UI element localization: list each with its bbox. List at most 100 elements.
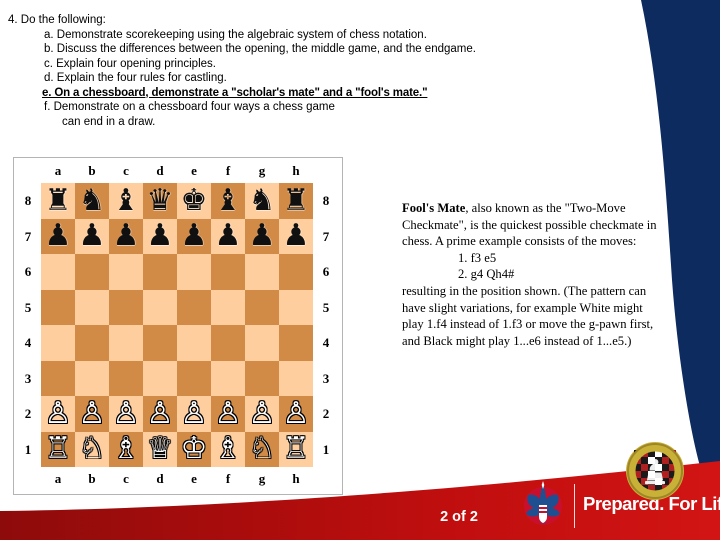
- square-a6[interactable]: [41, 254, 75, 290]
- square-c1[interactable]: ♗: [109, 431, 143, 468]
- square-d1[interactable]: ♕: [143, 431, 177, 468]
- square-f7[interactable]: ♟: [211, 218, 245, 255]
- square-h3[interactable]: [279, 360, 313, 396]
- piece-black-knight-g8[interactable]: ♞: [245, 183, 279, 219]
- square-a8[interactable]: ♜: [41, 183, 75, 219]
- square-f2[interactable]: ♙: [211, 396, 245, 432]
- square-h1[interactable]: ♖: [279, 431, 313, 468]
- square-h8[interactable]: ♜: [279, 183, 313, 219]
- square-d8[interactable]: ♛: [143, 183, 177, 219]
- square-b8[interactable]: ♞: [75, 183, 109, 219]
- piece-white-rook-a1[interactable]: ♖: [41, 432, 75, 468]
- square-h2[interactable]: ♙: [279, 396, 313, 432]
- description-title: Fool's Mate: [402, 201, 466, 215]
- square-c3[interactable]: [109, 360, 143, 396]
- square-b5[interactable]: [75, 289, 109, 325]
- square-h6[interactable]: [279, 254, 313, 290]
- square-g6[interactable]: [245, 254, 279, 290]
- square-b4[interactable]: [75, 325, 109, 361]
- square-e8[interactable]: ♚: [177, 183, 211, 219]
- piece-white-pawn-g2[interactable]: ♙: [245, 396, 279, 432]
- rank-label-5: 5: [24, 299, 32, 315]
- square-c6[interactable]: [109, 254, 143, 290]
- square-f1[interactable]: ♗: [211, 431, 245, 468]
- piece-black-queen-d8[interactable]: ♛: [143, 183, 177, 219]
- square-h4[interactable]: [279, 325, 313, 361]
- square-h5[interactable]: [279, 289, 313, 325]
- square-e3[interactable]: [177, 360, 211, 396]
- piece-black-king-e8[interactable]: ♚: [177, 183, 211, 219]
- piece-black-pawn-h7[interactable]: ♟: [279, 219, 313, 255]
- square-a4[interactable]: [41, 325, 75, 361]
- piece-white-pawn-b2[interactable]: ♙: [75, 396, 109, 432]
- piece-black-pawn-b7[interactable]: ♟: [75, 219, 109, 255]
- piece-white-pawn-c2[interactable]: ♙: [109, 396, 143, 432]
- piece-black-rook-h8[interactable]: ♜: [279, 183, 313, 219]
- square-d4[interactable]: [143, 325, 177, 361]
- file-label-e: e: [191, 471, 197, 486]
- piece-black-pawn-d7[interactable]: ♟: [143, 219, 177, 255]
- square-e7[interactable]: ♟: [177, 218, 211, 255]
- square-g5[interactable]: [245, 289, 279, 325]
- square-e6[interactable]: [177, 254, 211, 290]
- piece-black-knight-b8[interactable]: ♞: [75, 183, 109, 219]
- square-e1[interactable]: ♔: [177, 431, 211, 468]
- square-d5[interactable]: [143, 289, 177, 325]
- square-a7[interactable]: ♟: [41, 218, 75, 255]
- piece-white-pawn-e2[interactable]: ♙: [177, 396, 211, 432]
- square-g7[interactable]: ♟: [245, 218, 279, 255]
- square-g2[interactable]: ♙: [245, 396, 279, 432]
- piece-white-bishop-f1[interactable]: ♗: [211, 432, 245, 468]
- square-f8[interactable]: ♝: [211, 183, 245, 219]
- piece-white-king-e1[interactable]: ♔: [177, 432, 211, 468]
- square-b3[interactable]: [75, 360, 109, 396]
- piece-black-bishop-f8[interactable]: ♝: [211, 183, 245, 219]
- square-e4[interactable]: [177, 325, 211, 361]
- square-f4[interactable]: [211, 325, 245, 361]
- square-d7[interactable]: ♟: [143, 218, 177, 255]
- piece-black-pawn-g7[interactable]: ♟: [245, 219, 279, 255]
- piece-white-bishop-c1[interactable]: ♗: [109, 432, 143, 468]
- square-g4[interactable]: [245, 325, 279, 361]
- square-a3[interactable]: [41, 360, 75, 396]
- square-b7[interactable]: ♟: [75, 218, 109, 255]
- piece-black-pawn-c7[interactable]: ♟: [109, 219, 143, 255]
- piece-white-knight-b1[interactable]: ♘: [75, 432, 109, 468]
- piece-black-pawn-f7[interactable]: ♟: [211, 219, 245, 255]
- square-c5[interactable]: [109, 289, 143, 325]
- piece-white-pawn-a2[interactable]: ♙: [41, 396, 75, 432]
- square-b2[interactable]: ♙: [75, 396, 109, 432]
- piece-white-pawn-d2[interactable]: ♙: [143, 396, 177, 432]
- square-a5[interactable]: [41, 289, 75, 325]
- piece-white-rook-h1[interactable]: ♖: [279, 432, 313, 468]
- square-e2[interactable]: ♙: [177, 396, 211, 432]
- piece-black-pawn-e7[interactable]: ♟: [177, 219, 211, 255]
- square-h7[interactable]: ♟: [279, 218, 313, 255]
- square-c8[interactable]: ♝: [109, 183, 143, 219]
- square-d3[interactable]: [143, 360, 177, 396]
- square-d6[interactable]: [143, 254, 177, 290]
- square-g3[interactable]: [245, 360, 279, 396]
- square-f5[interactable]: [211, 289, 245, 325]
- square-g8[interactable]: ♞: [245, 183, 279, 219]
- square-b6[interactable]: [75, 254, 109, 290]
- piece-black-rook-a8[interactable]: ♜: [41, 183, 75, 219]
- square-e5[interactable]: [177, 289, 211, 325]
- file-label-d: d: [156, 471, 164, 486]
- piece-white-pawn-f2[interactable]: ♙: [211, 396, 245, 432]
- square-f6[interactable]: [211, 254, 245, 290]
- square-f3[interactable]: [211, 360, 245, 396]
- piece-black-pawn-a7[interactable]: ♟: [41, 219, 75, 255]
- square-c2[interactable]: ♙: [109, 396, 143, 432]
- piece-white-knight-g1[interactable]: ♘: [245, 432, 279, 468]
- piece-white-queen-d1[interactable]: ♕: [143, 432, 177, 468]
- piece-black-bishop-c8[interactable]: ♝: [109, 183, 143, 219]
- square-b1[interactable]: ♘: [75, 431, 109, 468]
- piece-white-pawn-h2[interactable]: ♙: [279, 396, 313, 432]
- square-c4[interactable]: [109, 325, 143, 361]
- square-g1[interactable]: ♘: [245, 431, 279, 468]
- square-a2[interactable]: ♙: [41, 396, 75, 432]
- square-d2[interactable]: ♙: [143, 396, 177, 432]
- square-a1[interactable]: ♖: [41, 431, 75, 468]
- square-c7[interactable]: ♟: [109, 218, 143, 255]
